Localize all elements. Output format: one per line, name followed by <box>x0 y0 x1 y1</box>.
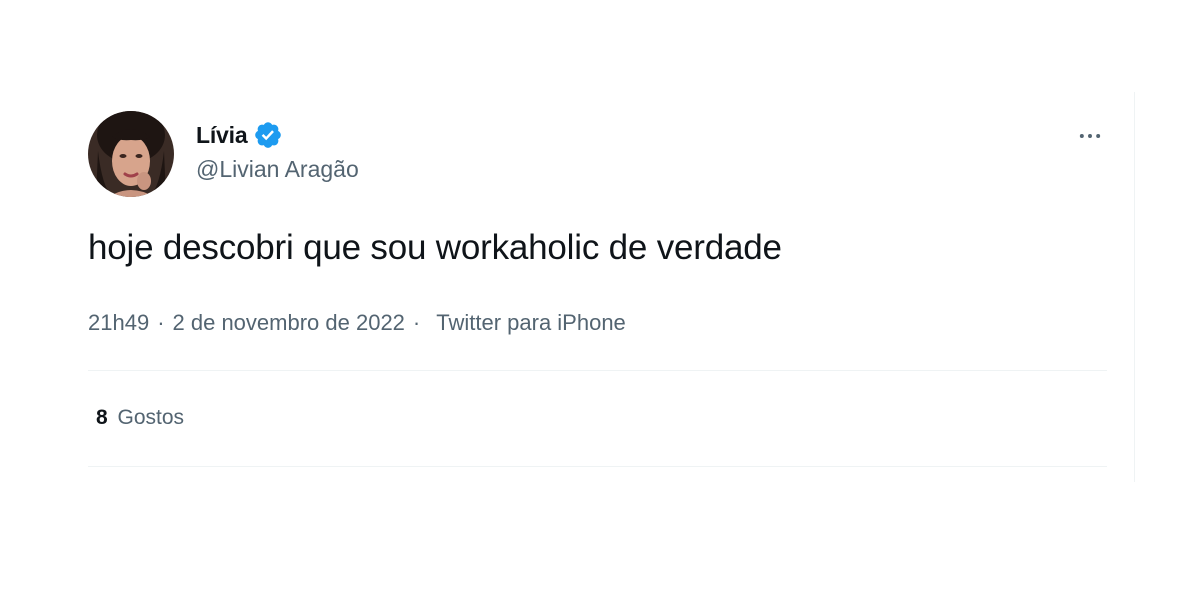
verified-badge-icon <box>253 120 283 150</box>
more-options-button[interactable] <box>1072 118 1108 154</box>
likes-stat[interactable]: 8 Gostos <box>96 406 184 430</box>
profile-photo-icon <box>88 111 174 197</box>
tweet-meta: 21h49 · 2 de novembro de 2022 · Twitter … <box>88 310 626 336</box>
tweet-text: hoje descobri que sou workaholic de verd… <box>88 228 782 267</box>
likes-count: 8 <box>96 406 108 429</box>
author-handle[interactable]: @Livian Aragão <box>196 156 359 183</box>
author-name-row: Lívia <box>196 120 283 150</box>
tweet-source[interactable]: Twitter para iPhone <box>436 310 626 336</box>
tweet-date[interactable]: 2 de novembro de 2022 <box>173 310 405 336</box>
more-horizontal-icon <box>1079 134 1101 138</box>
tweet-card: Lívia @Livian Aragão hoje descobri que s… <box>88 92 1135 482</box>
meta-separator: · <box>412 310 421 335</box>
meta-separator: · <box>157 310 165 335</box>
avatar[interactable] <box>88 111 174 197</box>
likes-label: Gostos <box>117 406 185 429</box>
author-display-name[interactable]: Lívia <box>196 122 248 149</box>
tweet-time[interactable]: 21h49 <box>88 310 149 336</box>
divider <box>88 370 1107 371</box>
divider <box>88 466 1107 467</box>
